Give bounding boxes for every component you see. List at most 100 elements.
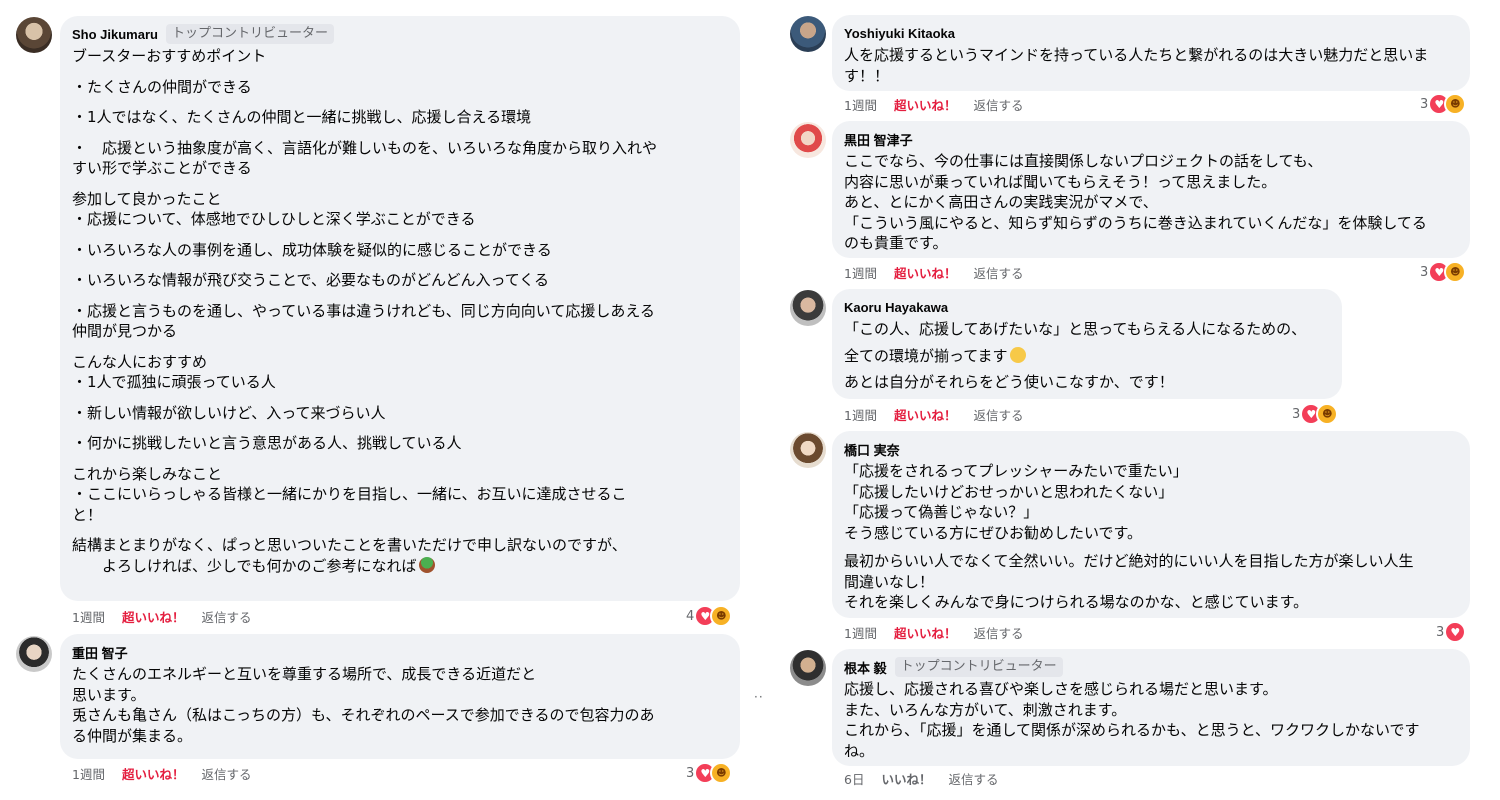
comment-text: すい形で学ぶことができる [72, 159, 252, 177]
reply-button[interactable]: 返信する [201, 607, 251, 626]
comment-bubble: Yoshiyuki Kitaoka 人を応援するというマインドを持っている人たち… [832, 15, 1470, 91]
avatar[interactable] [790, 122, 826, 158]
comment-bubble: Sho Jikumaru トップコントリビューター ブースターおすすめポイント … [60, 16, 740, 601]
like-button[interactable]: 超いいね！ [894, 623, 957, 642]
comment-text: こんな人におすすめ [72, 352, 208, 371]
comment-text-with-emoji: よろしければ、少しでも何かのご参考になれば [72, 556, 728, 577]
comment-text: ・いろいろな人の事例を通し、成功体験を疑似的に感じることができる [72, 240, 552, 259]
comment-text-with-emoji: 全ての環境が揃ってます [844, 346, 1330, 367]
comment-author[interactable]: Yoshiyuki Kitaoka [844, 26, 955, 41]
reaction-count: 3 [686, 765, 695, 781]
comment-text: 結構まとまりがなく、ぱっと思いついたことを書いただけで申し訳ないのですが、 [72, 536, 627, 554]
avatar[interactable] [790, 16, 826, 52]
avatar[interactable] [790, 290, 826, 326]
reaction-summary[interactable]: 4 ♥ ☻ [686, 605, 733, 627]
reaction-summary[interactable]: 3 ♥ ☻ [1292, 403, 1339, 425]
comment-text: これから楽しみなこと [72, 464, 223, 483]
comment-text: 人を応援するというマインドを持っている人たちと繋がれるのは大きい魅力だと思いま [844, 46, 1429, 64]
avatar[interactable] [790, 650, 826, 686]
comment-text: たくさんのエネルギーと互いを尊重する場所で、成長できる近道だと [72, 665, 537, 683]
comment-text: ね。 [844, 741, 875, 760]
like-button[interactable]: いいね！ [881, 769, 931, 788]
comment-author[interactable]: Kaoru Hayakawa [844, 300, 948, 315]
comment-bubble: 黒田 智津子 ここでなら、今の仕事には直接関係しないプロジェクトの話をしても、 … [832, 121, 1470, 258]
reaction-count: 3 [1436, 624, 1445, 640]
top-contributor-badge: トップコントリビューター [165, 24, 334, 44]
reaction-count: 3 [1420, 264, 1429, 280]
comment-time[interactable]: 1週間 [72, 607, 105, 626]
comment-text: 間違いなし！ [844, 572, 935, 591]
reaction-summary[interactable]: 3 ♥ ☻ [1420, 93, 1467, 115]
like-button[interactable]: 超いいね！ [894, 405, 957, 424]
avatar[interactable] [16, 17, 52, 53]
comment-text: 「こういう風にやると、知らず知らずのうちに巻き込まれていくんだな」を体験してる [844, 213, 1427, 232]
comment-author[interactable]: 重田 智子 [72, 643, 128, 662]
comment-text: また、いろんな方がいて、刺激されます。 [844, 700, 1127, 719]
comment-actions: 1週間 超いいね！ 返信する [844, 95, 1023, 114]
comment-bubble: 重田 智子 たくさんのエネルギーと互いを尊重する場所で、成長できる近道だと 思い… [60, 634, 740, 759]
reply-button[interactable]: 返信する [201, 764, 251, 783]
reply-button[interactable]: 返信する [973, 623, 1023, 642]
comment-text: 内容に思いが乗っていれば聞いてもらえそう！って思えました。 [844, 172, 1277, 191]
comment-text: 「応援をされるってプレッシャーみたいで重たい」 [844, 462, 1188, 480]
comment-time[interactable]: 1週間 [844, 263, 877, 282]
comment-author[interactable]: 根本 毅 [844, 658, 887, 677]
reply-button[interactable]: 返信する [973, 95, 1023, 114]
reply-button[interactable]: 返信する [973, 405, 1023, 424]
comment-author[interactable]: 橋口 実奈 [844, 440, 900, 459]
comment-author[interactable]: Sho Jikumaru [72, 27, 158, 42]
comment-time[interactable]: 1週間 [844, 623, 877, 642]
comment-text: ・ 応援という抽象度が高く、言語化が難しいものを、いろいろな角度から取り入れや [72, 138, 658, 157]
comment-time[interactable]: 6日 [844, 769, 864, 788]
comment-text: ・新しい情報が欲しいけど、入って来づらい人 [72, 403, 386, 422]
comment-time[interactable]: 1週間 [844, 405, 877, 424]
comment-text: ・ここにいらっしゃる皆様と一緒にかりを目指し、一緒に、お互いに達成させるこ [72, 485, 627, 503]
like-button[interactable]: 超いいね！ [122, 607, 185, 626]
like-button[interactable]: 超いいね！ [122, 764, 185, 783]
comment-text: と！ [72, 505, 103, 524]
top-contributor-badge: トップコントリビューター [894, 657, 1063, 677]
comment-text: 「応援したいけどおせっかいと思われたくない」 [844, 482, 1174, 501]
comment-time[interactable]: 1週間 [72, 764, 105, 783]
comment-text: あと、とにかく高田さんの実践実況がマメで、 [844, 193, 1158, 211]
comment-time[interactable]: 1週間 [844, 95, 877, 114]
comment-text: これから、「応援」を通して関係が深められるかも、と思うと、ワクワクしかないです [844, 721, 1420, 739]
reaction-summary[interactable]: 3 ♥ [1436, 621, 1467, 643]
comment-text: 「応援って偽善じゃない？」 [844, 503, 1039, 521]
comment-text: す！！ [844, 66, 890, 85]
like-button[interactable]: 超いいね！ [894, 95, 957, 114]
comment-actions: 1週間 超いいね！ 返信する [844, 623, 1023, 642]
comment-text: ・いろいろな情報が飛び交うことで、必要なものがどんどん入ってくる [72, 271, 550, 289]
comment-text: 兎さんも亀さん（私はこっちの方）も、それぞれのペースで参加できるので包容力のあ [72, 706, 655, 724]
comment-actions: 1週間 超いいね！ 返信する [844, 405, 1023, 424]
comment-text: ・1人ではなく、たくさんの仲間と一緒に挑戦し、応援し合える環境 [72, 108, 532, 126]
comment-text: 全ての環境が揃ってます [844, 346, 1008, 365]
like-button[interactable]: 超いいね！ [894, 263, 957, 282]
comment-text: 参加して良かったこと [72, 189, 222, 208]
comment-text: ・たくさんの仲間ができる [72, 77, 252, 96]
flushed-face-emoji [1009, 346, 1026, 363]
comment-text: ・応援について、体感地でひしひしと深く学ぶことができる [72, 210, 476, 228]
reaction-summary[interactable]: 3 ♥ ☻ [1420, 261, 1467, 283]
reply-button[interactable]: 返信する [948, 769, 998, 788]
comment-actions: 6日 いいね！ 返信する [844, 769, 998, 788]
comment-actions: 1週間 超いいね！ 返信する [72, 607, 251, 626]
comment-text: ブースターおすすめポイント [72, 47, 267, 65]
comment-actions: 1週間 超いいね！ 返信する [72, 764, 251, 783]
comment-text: のも貴重です。 [844, 234, 948, 252]
reaction-summary[interactable]: 3 ♥ ☻ [686, 762, 733, 784]
comment-bubble: Kaoru Hayakawa 「この人、応援してあげたいな」と思ってもらえる人に… [832, 289, 1342, 399]
comment-text: 思います。 [72, 685, 146, 704]
heart-icon: ♥ [1444, 621, 1467, 643]
comment-author[interactable]: 黒田 智津子 [844, 130, 913, 149]
comment-text: ・1人で孤独に頑張っている人 [72, 373, 276, 391]
avatar[interactable] [790, 432, 826, 468]
comment-text: そう感じている方にぜひお勧めしたいです。 [844, 523, 1143, 542]
comment-text: 応援し、応援される喜びや楽しさを感じられる場だと思います。 [844, 680, 1278, 698]
comment-bubble: 橋口 実奈 「応援をされるってプレッシャーみたいで重たい」 「応援したいけどおせ… [832, 431, 1470, 618]
comment-text: ここでなら、今の仕事には直接関係しないプロジェクトの話をしても、 [844, 152, 1323, 170]
reply-button[interactable]: 返信する [973, 263, 1023, 282]
comment-text: ・何かに挑戦したいと言う意思がある人、挑戦している人 [72, 434, 462, 452]
avatar[interactable] [16, 636, 52, 672]
comment-bubble: 根本 毅 トップコントリビューター 応援し、応援される喜びや楽しさを感じられる場… [832, 649, 1470, 766]
